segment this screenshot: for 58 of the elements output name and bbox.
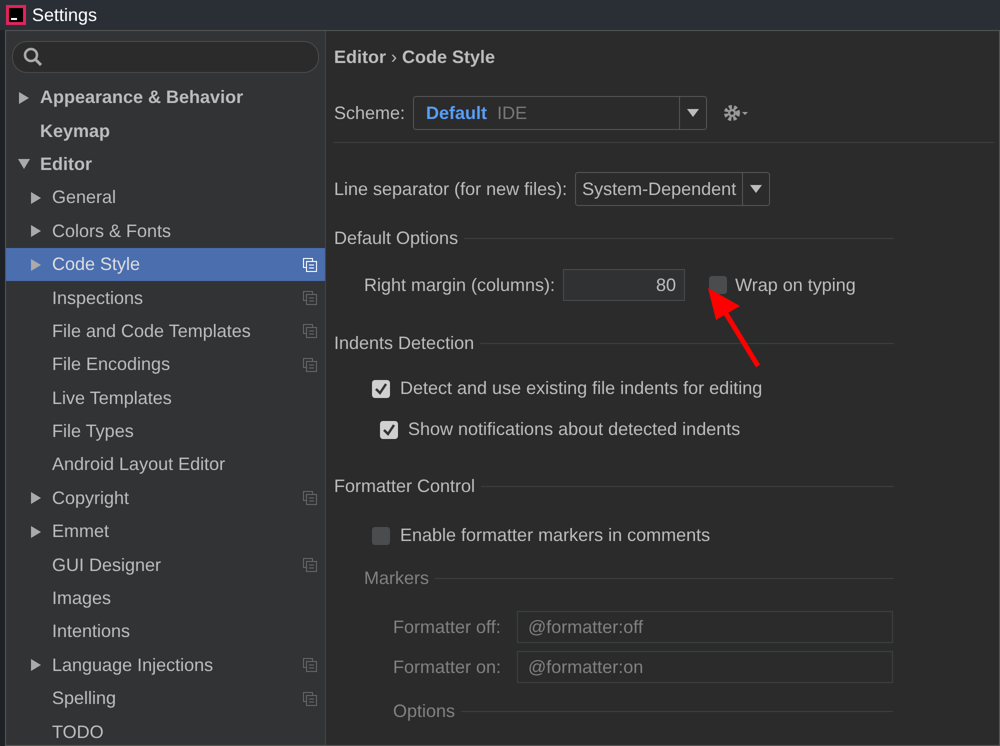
- checkbox-label: Enable formatter markers in comments: [400, 525, 710, 546]
- tree-item[interactable]: File Types: [6, 414, 325, 448]
- line-separator-dropdown[interactable]: System-Dependent: [575, 172, 770, 206]
- checkbox[interactable]: [380, 420, 398, 438]
- tree-item[interactable]: Emmet: [6, 515, 325, 548]
- collapsed-arrow-icon[interactable]: [30, 190, 42, 205]
- line-separator-label: Line separator (for new files):: [334, 178, 568, 200]
- tree-item[interactable]: Live Templates: [6, 382, 325, 415]
- tree-item[interactable]: General: [6, 181, 325, 215]
- right-margin-field[interactable]: 80: [563, 269, 686, 301]
- checkbox[interactable]: [372, 380, 390, 398]
- right-margin-label: Right margin (columns):: [364, 274, 556, 296]
- checkbox-label: Show notifications about detected indents: [408, 419, 740, 440]
- checkbox-label: Detect and use existing file indents for editing: [400, 378, 762, 399]
- tree-item[interactable]: Code Style: [6, 248, 325, 282]
- collapsed-arrow-icon[interactable]: [30, 524, 42, 539]
- tree-item[interactable]: Android Layout Editor: [6, 448, 325, 482]
- checkbox[interactable]: [709, 276, 728, 294]
- field-label: Formatter on:: [393, 656, 502, 678]
- dropdown-arrow-icon: [750, 184, 762, 194]
- expanded-arrow-icon[interactable]: [18, 157, 30, 172]
- section-title: Default Options: [334, 228, 458, 249]
- settings-icon[interactable]: [723, 103, 750, 123]
- tree-item[interactable]: Appearance & Behavior: [6, 81, 325, 114]
- section-title: Formatter Control: [334, 476, 476, 497]
- breadcrumb-separator: ›: [391, 47, 397, 68]
- tree-item[interactable]: Copyright: [6, 482, 325, 516]
- scheme-dropdown[interactable]: Default IDE: [413, 96, 708, 130]
- tree-item[interactable]: Language Injections: [6, 648, 325, 682]
- checkbox[interactable]: [372, 526, 390, 544]
- section-title: Indents Detection: [334, 333, 474, 354]
- tree-item[interactable]: Colors & Fonts: [6, 214, 325, 248]
- app-logo-icon: [6, 5, 26, 25]
- field-label: Formatter off:: [393, 616, 502, 638]
- breadcrumb-item: Code Style: [402, 47, 496, 68]
- tree-item[interactable]: Images: [6, 582, 325, 616]
- tree-item[interactable]: Intentions: [6, 615, 325, 649]
- collapsed-arrow-icon[interactable]: [30, 491, 42, 506]
- tree-item[interactable]: TODO: [6, 715, 325, 746]
- tree-item[interactable]: Editor: [6, 148, 325, 182]
- tree-item[interactable]: File and Code Templates: [6, 314, 325, 348]
- dropdown-arrow-icon: [687, 108, 700, 118]
- tree-item[interactable]: Keymap: [6, 114, 325, 148]
- search-field[interactable]: [12, 41, 319, 73]
- window-title: Settings: [32, 4, 98, 26]
- search-icon: [23, 47, 43, 67]
- section-title: Options: [393, 701, 456, 722]
- tree-item[interactable]: File Encodings: [6, 348, 325, 382]
- section-title: Markers: [364, 568, 430, 589]
- collapsed-arrow-icon[interactable]: [18, 90, 30, 105]
- tree-item[interactable]: Inspections: [6, 281, 325, 315]
- breadcrumb-item: Editor: [334, 47, 386, 68]
- checkbox-label: Wrap on typing: [735, 274, 856, 296]
- collapsed-arrow-icon[interactable]: [30, 224, 42, 238]
- scheme-label: Scheme:: [334, 102, 406, 124]
- collapsed-arrow-icon[interactable]: [30, 658, 42, 672]
- tree-item[interactable]: Spelling: [6, 682, 325, 716]
- tree-item[interactable]: GUI Designer: [6, 548, 325, 582]
